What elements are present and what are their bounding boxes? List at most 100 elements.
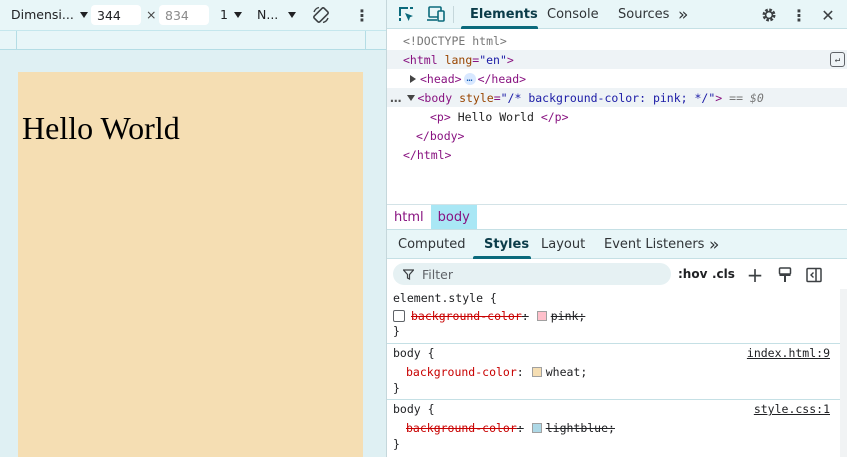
dom-node-html-close[interactable]: </html> [387,145,847,164]
rotate-icon[interactable] [309,3,333,27]
style-declaration[interactable]: background-color: wheat; [393,363,587,381]
rule-selector[interactable]: body { [393,402,435,416]
color-swatch[interactable] [536,311,547,321]
body-attr-value: "/* background-color: pink; */" [500,90,716,105]
dom-node-body-close[interactable]: </body> [387,126,847,145]
settings-gear-icon[interactable] [757,3,781,27]
dom-node-head[interactable]: <head>… </head> [387,69,847,88]
sidebar-toggle-icon[interactable] [804,264,824,286]
head-open-tag: <head> [420,71,462,86]
html-attr-name: lang [444,52,473,67]
media-query-ruler[interactable] [0,30,386,50]
rule-source-link[interactable]: index.html:9 [747,346,830,360]
ruler-mark [365,31,366,50]
tab-styles[interactable]: Styles [484,230,529,259]
filter-placeholder: Filter [422,266,453,282]
rule-selector[interactable]: body { [393,346,435,360]
paint-brush-icon[interactable] [775,264,795,286]
tab-layout[interactable]: Layout [541,230,585,259]
p-text-node: Hello World [457,109,534,124]
tab-sources[interactable]: Sources [618,0,669,29]
devtools-panel: Elements Console Sources » ⋮ ✕ <!DOCTYPE… [386,0,847,457]
property-value: wheat; [545,365,588,379]
rule-selector[interactable]: element.style { [393,291,497,305]
chevron-down-icon [233,11,242,18]
style-rule-element: element.style { background-color: pink; … [387,289,840,344]
class-toggle-button[interactable]: .cls [712,259,735,289]
add-rule-icon[interactable]: + [744,263,766,287]
p-close-tag: </p> [540,109,569,124]
declaration-checkbox[interactable] [393,310,405,322]
styles-pane: element.style { background-color: pink; … [387,289,847,457]
chevron-down-icon [79,11,88,18]
filter-input[interactable]: Filter [393,263,671,285]
style-declaration[interactable]: background-color: lightblue; [393,419,615,437]
hover-state-button[interactable]: :hov [678,259,707,289]
selected-node-marker: == $0 [729,90,764,105]
more-options-icon[interactable]: ⋮ [352,3,372,27]
throttle-dropdown[interactable]: N... [257,7,297,22]
dom-node-body[interactable]: … <body style = "/* background-color: pink… [387,88,847,107]
dimensions-dropdown[interactable]: Dimensi... [11,7,88,22]
more-options-icon[interactable]: ⋮ [789,3,809,27]
viewport-resize-handle[interactable] [363,72,386,457]
body-open-tag: <body [417,90,453,105]
collapsed-ellipsis[interactable]: … [463,72,476,85]
head-close-tag: </head> [477,71,527,86]
tab-computed[interactable]: Computed [398,230,466,259]
copy-icon[interactable]: ↵ [830,52,845,67]
zoom-label: 1 [220,7,228,22]
p-open-tag: <p> [430,109,451,124]
color-swatch[interactable] [531,423,542,433]
property-name: background-color [406,421,517,435]
more-tabs-button[interactable]: » [678,0,688,29]
dimensions-label: Dimensi... [11,7,74,22]
property-value: lightblue; [545,421,615,435]
style-rule-body-style: body { style.css:1 background-color: lig… [387,400,840,457]
filter-icon [403,268,414,280]
device-toggle-icon[interactable] [425,3,447,25]
inspect-element-icon[interactable] [395,3,417,25]
collapse-triangle-icon[interactable] [406,94,415,101]
property-colon: : [521,309,529,323]
width-input[interactable]: 344 [91,5,141,25]
chevron-down-icon [288,11,297,18]
html-open-close: > [506,52,514,67]
breadcrumb: html body [387,204,847,229]
tab-console[interactable]: Console [547,0,599,29]
breadcrumb-body[interactable]: body [430,205,477,229]
more-tabs-button[interactable]: » [709,230,719,259]
tab-elements[interactable]: Elements [470,0,538,29]
body-attr-eq: = [493,90,501,105]
color-swatch[interactable] [531,367,542,377]
zoom-dropdown[interactable]: 1 [220,7,242,22]
page-viewport: Hello World [18,72,363,457]
property-name: background-color [406,365,517,379]
dom-node-html[interactable]: <html lang = "en" > ↵ [387,50,847,69]
html-attr-value: "en" [479,52,507,67]
body-close-tag: </body> [416,128,465,143]
close-icon[interactable]: ✕ [818,3,838,27]
ruler-mark [16,31,17,50]
property-name: background-color [411,309,522,323]
node-actions-icon[interactable]: … [390,91,401,105]
breadcrumb-html[interactable]: html [387,205,431,229]
expand-triangle-icon[interactable] [410,74,416,83]
times-sign: × [146,7,157,22]
style-declaration[interactable]: background-color: pink; [393,307,585,325]
rule-source-link[interactable]: style.css:1 [754,402,830,416]
height-input[interactable]: 834 [159,5,209,25]
rule-close-brace: } [393,324,400,338]
dom-node-p[interactable]: <p> Hello World </p> [387,107,847,126]
hello-world-paragraph: Hello World [22,110,180,146]
property-colon: : [516,365,524,379]
html-attr-eq: = [472,52,480,67]
property-value: pink; [550,309,586,323]
body-attr-name: style [459,90,494,105]
tab-event-listeners[interactable]: Event Listeners [604,230,704,259]
sidebar-tabbar: Computed Styles Layout Event Listeners » [387,229,847,259]
styles-scrollbar[interactable] [840,289,847,457]
styles-toolbar: Filter :hov .cls + [387,259,847,289]
dom-node-doctype[interactable]: <!DOCTYPE html> [387,31,847,50]
style-rule-body-index: body { index.html:9 background-color: wh… [387,344,840,400]
